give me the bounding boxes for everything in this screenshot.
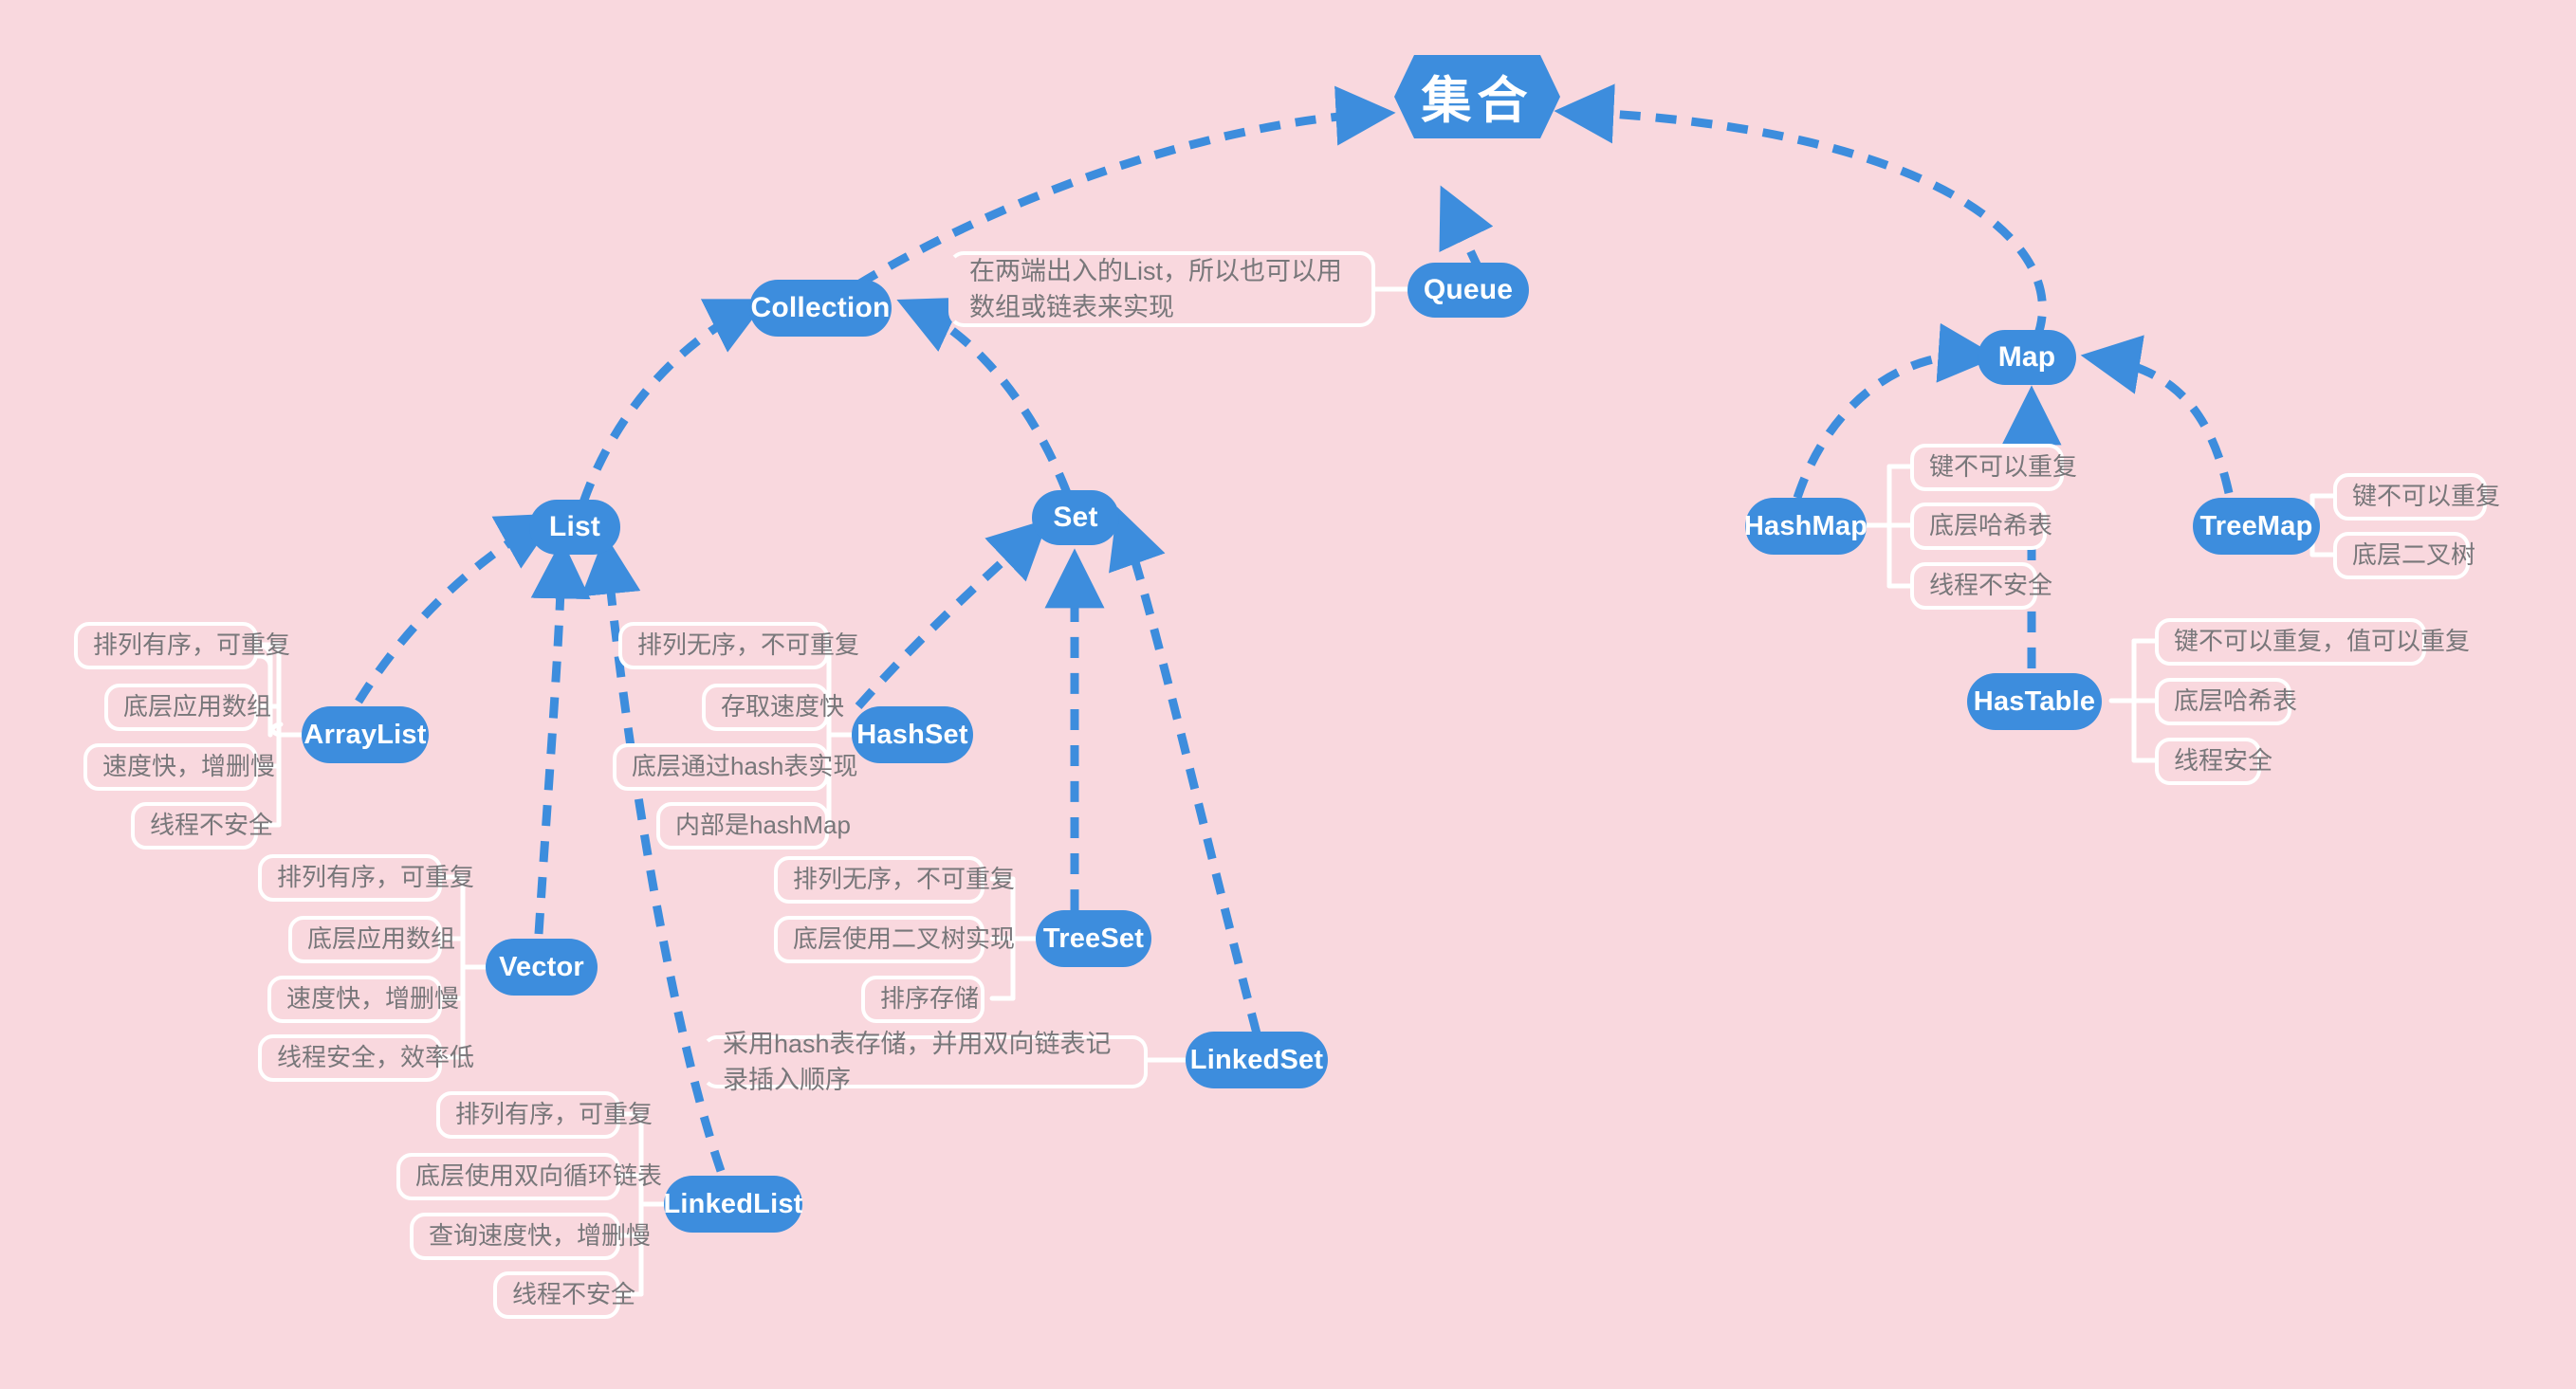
attribute-chip: 底层使用双向循环链表 — [396, 1153, 662, 1200]
node-linkedset[interactable]: LinkedSet — [1186, 1032, 1328, 1088]
attribute-label: 底层哈希表 — [2174, 686, 2298, 716]
node-map-label: Map — [1997, 341, 2056, 373]
attribute-chip: 底层通过hash表实现 — [613, 743, 857, 791]
node-collection[interactable]: Collection — [749, 280, 892, 337]
attribute-chip: 速度快，增删慢 — [83, 743, 275, 791]
node-list[interactable]: List — [529, 500, 620, 555]
attribute-chip: 线程不安全 — [131, 802, 273, 850]
node-vector[interactable]: Vector — [486, 939, 598, 996]
attribute-chip: 速度快，增删慢 — [267, 976, 459, 1023]
attribute-chip: 底层哈希表 — [2155, 678, 2297, 725]
attribute-label: 键不可以重复 — [2352, 482, 2501, 511]
node-treeset[interactable]: TreeSet — [1036, 910, 1151, 967]
attribute-chip: 排列有序，可重复 — [436, 1091, 653, 1139]
node-set-label: Set — [1053, 502, 1098, 533]
attribute-chip: 底层应用数组 — [104, 684, 271, 731]
node-list-label: List — [548, 511, 601, 542]
mindmap-canvas: 集合 Collection Queue Map List Set ArrayLi… — [0, 0, 2576, 1389]
attribute-label: 排列有序，可重复 — [277, 863, 475, 892]
attribute-label: 线程安全，效率低 — [277, 1043, 475, 1072]
attribute-chip: 排列有序，可重复 — [74, 622, 290, 669]
attribute-label: 排列有序，可重复 — [93, 631, 291, 660]
attribute-label: 存取速度快 — [721, 692, 845, 722]
attribute-chip: 底层哈希表 — [1910, 503, 2052, 550]
attribute-label: 查询速度快，增删慢 — [429, 1221, 652, 1251]
node-linkedlist-label: LinkedList — [663, 1188, 803, 1219]
attribute-chip: 线程不安全 — [493, 1271, 635, 1319]
attribute-chip: 内部是hashMap — [656, 802, 851, 850]
node-arraylist[interactable]: ArrayList — [302, 706, 429, 763]
attribute-label: 线程安全 — [2174, 746, 2273, 776]
note-queue-text: 在两端出入的List，所以也可以用数组或链表来实现 — [969, 256, 1343, 321]
node-linkedset-label: LinkedSet — [1189, 1044, 1324, 1075]
attribute-label: 排列有序，可重复 — [455, 1100, 653, 1129]
node-collection-label: Collection — [750, 292, 891, 323]
attribute-chip: 查询速度快，增删慢 — [410, 1213, 651, 1260]
node-treemap-label: TreeMap — [2199, 510, 2313, 541]
attribute-label: 线程不安全 — [150, 811, 274, 840]
attribute-chip: 存取速度快 — [702, 684, 844, 731]
attribute-label: 底层通过hash表实现 — [632, 752, 858, 781]
attribute-label: 底层使用二叉树实现 — [793, 924, 1016, 954]
attribute-chip: 底层使用二叉树实现 — [774, 916, 1015, 963]
node-hashmap-label: HashMap — [1743, 510, 1868, 541]
attribute-chip: 排列无序，不可重复 — [774, 856, 1015, 904]
attribute-label: 键不可以重复 — [1929, 452, 2078, 482]
attribute-chip: 线程安全 — [2155, 738, 2272, 785]
node-set[interactable]: Set — [1032, 490, 1119, 545]
node-hashset[interactable]: HashSet — [852, 706, 973, 763]
note-linkedset: 采用hash表存储，并用双向链表记录插入顺序 — [702, 1030, 1148, 1094]
attribute-label: 内部是hashMap — [675, 811, 851, 840]
node-treemap[interactable]: TreeMap — [2193, 498, 2320, 555]
root-node-label: 集合 — [1421, 73, 1534, 129]
node-hashset-label: HashSet — [856, 719, 968, 750]
attribute-label: 底层应用数组 — [307, 924, 456, 954]
attribute-chip: 排列无序，不可重复 — [618, 622, 859, 669]
attribute-chip: 键不可以重复，值可以重复 — [2155, 618, 2470, 666]
attribute-label: 底层哈希表 — [1929, 511, 2053, 540]
attribute-chip: 线程不安全 — [1910, 562, 2052, 610]
attribute-label: 线程不安全 — [512, 1280, 636, 1309]
attribute-label: 线程不安全 — [1929, 571, 2053, 600]
attribute-label: 排序存储 — [880, 984, 980, 1014]
attribute-label: 键不可以重复，值可以重复 — [2174, 627, 2471, 656]
node-map[interactable]: Map — [1978, 330, 2076, 385]
attribute-label: 底层使用双向循环链表 — [415, 1161, 663, 1191]
attribute-chip: 键不可以重复 — [1910, 444, 2077, 491]
node-hastable[interactable]: HasTable — [1967, 673, 2102, 730]
attribute-chip: 排序存储 — [861, 976, 984, 1023]
node-linkedlist[interactable]: LinkedList — [664, 1176, 802, 1233]
node-queue-label: Queue — [1423, 274, 1514, 305]
note-linkedset-text: 采用hash表存储，并用双向链表记录插入顺序 — [723, 1029, 1112, 1094]
attribute-chip: 底层应用数组 — [288, 916, 455, 963]
node-vector-label: Vector — [499, 951, 584, 982]
attribute-label: 速度快，增删慢 — [286, 984, 460, 1014]
attribute-chip: 线程安全，效率低 — [258, 1034, 474, 1082]
attribute-label: 底层二叉树 — [2352, 540, 2476, 570]
node-arraylist-label: ArrayList — [304, 719, 427, 750]
attribute-chip: 键不可以重复 — [2333, 473, 2500, 521]
node-treeset-label: TreeSet — [1042, 923, 1145, 954]
node-hastable-label: HasTable — [1973, 685, 2096, 717]
node-hashmap[interactable]: HashMap — [1743, 498, 1868, 555]
attribute-chip: 底层二叉树 — [2333, 532, 2475, 579]
root-node-collection[interactable]: 集合 — [1394, 55, 1560, 138]
attribute-chip: 排列有序，可重复 — [258, 854, 474, 902]
attribute-label: 底层应用数组 — [123, 692, 272, 722]
node-queue[interactable]: Queue — [1408, 263, 1529, 318]
attribute-label: 速度快，增删慢 — [102, 752, 276, 781]
attribute-label: 排列无序，不可重复 — [793, 865, 1016, 894]
note-queue: 在两端出入的List，所以也可以用数组或链表来实现 — [948, 251, 1375, 327]
attribute-label: 排列无序，不可重复 — [637, 631, 860, 660]
